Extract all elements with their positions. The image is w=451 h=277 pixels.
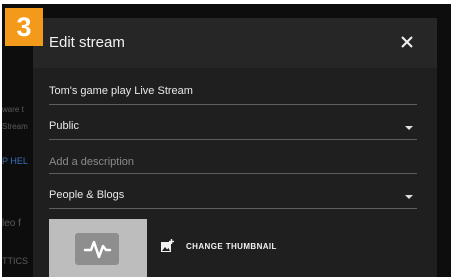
change-thumbnail-label: CHANGE THUMBNAIL (186, 241, 277, 251)
background-fragment: ware t (2, 105, 24, 114)
waveform-icon (83, 240, 112, 259)
screenshot-frame: ware t Stream P HEL leo f TTICS 3 Edit s… (2, 4, 451, 277)
step-badge: 3 (5, 8, 43, 46)
background-fragment: leo f (2, 218, 21, 229)
edit-stream-dialog: Edit stream Tom's game play Live Stream … (33, 18, 437, 277)
title-field-value: Tom's game play Live Stream (49, 85, 193, 97)
chevron-down-icon (405, 126, 413, 130)
privacy-dropdown-value: Public (49, 120, 79, 132)
change-thumbnail-button[interactable]: CHANGE THUMBNAIL (160, 239, 277, 253)
title-field[interactable]: Tom's game play Live Stream (49, 78, 417, 105)
background-fragment: TTICS (2, 256, 28, 266)
close-icon (401, 36, 413, 48)
dialog-title: Edit stream (49, 34, 125, 51)
chevron-down-icon (405, 195, 413, 199)
background-fragment: P HEL (2, 156, 28, 166)
category-dropdown-value: People & Blogs (49, 189, 125, 201)
add-image-icon (161, 239, 174, 252)
dialog-header: Edit stream (33, 18, 437, 68)
thumbnail-preview (49, 219, 147, 277)
privacy-dropdown[interactable]: Public (49, 114, 417, 140)
background-fragment: Stream (2, 122, 28, 131)
category-dropdown[interactable]: People & Blogs (49, 182, 417, 209)
description-field[interactable]: Add a description (49, 149, 417, 174)
thumbnail-placeholder (75, 233, 119, 265)
description-placeholder: Add a description (49, 156, 134, 168)
close-button[interactable] (397, 32, 417, 52)
